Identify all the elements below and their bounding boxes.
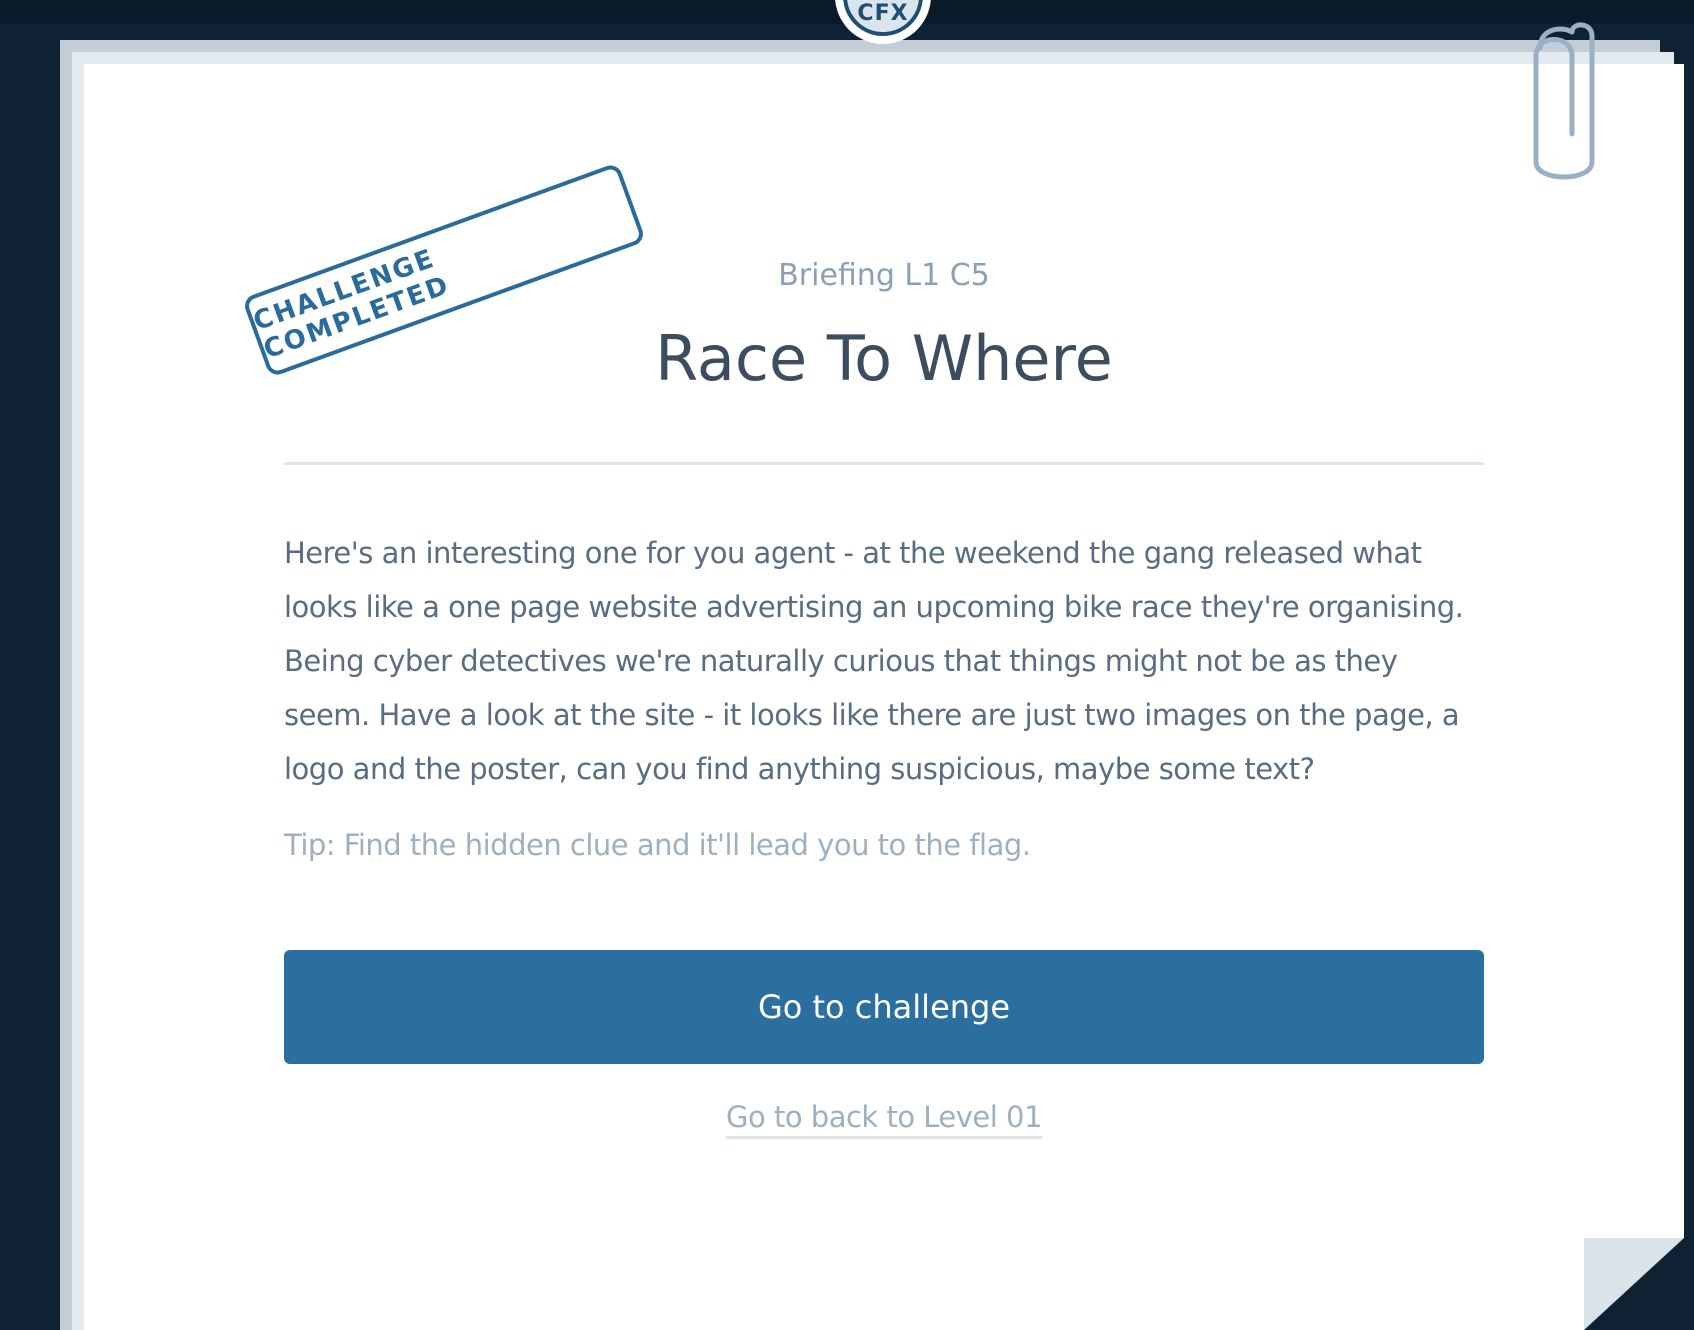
divider — [284, 462, 1484, 465]
page-fold-icon — [1584, 1238, 1684, 1330]
briefing-description: Here's an interesting one for you agent … — [284, 536, 1464, 786]
briefing-label: Briefing L1 C5 — [778, 258, 990, 293]
go-to-challenge-button[interactable]: Go to challenge — [284, 950, 1484, 1064]
page-title: Race To Where — [655, 322, 1113, 395]
paperclip-icon — [1533, 22, 1595, 180]
logo-emblem: CFX — [843, 0, 923, 36]
back-to-level-link[interactable]: Go to back to Level 01 — [726, 1100, 1042, 1139]
briefing-tip: Tip: Find the hidden clue and it'll lead… — [284, 828, 1031, 862]
logo[interactable]: CFX — [835, 0, 931, 44]
logo-text: CFX — [857, 1, 909, 26]
back-link-container: Go to back to Level 01 — [284, 1100, 1484, 1139]
